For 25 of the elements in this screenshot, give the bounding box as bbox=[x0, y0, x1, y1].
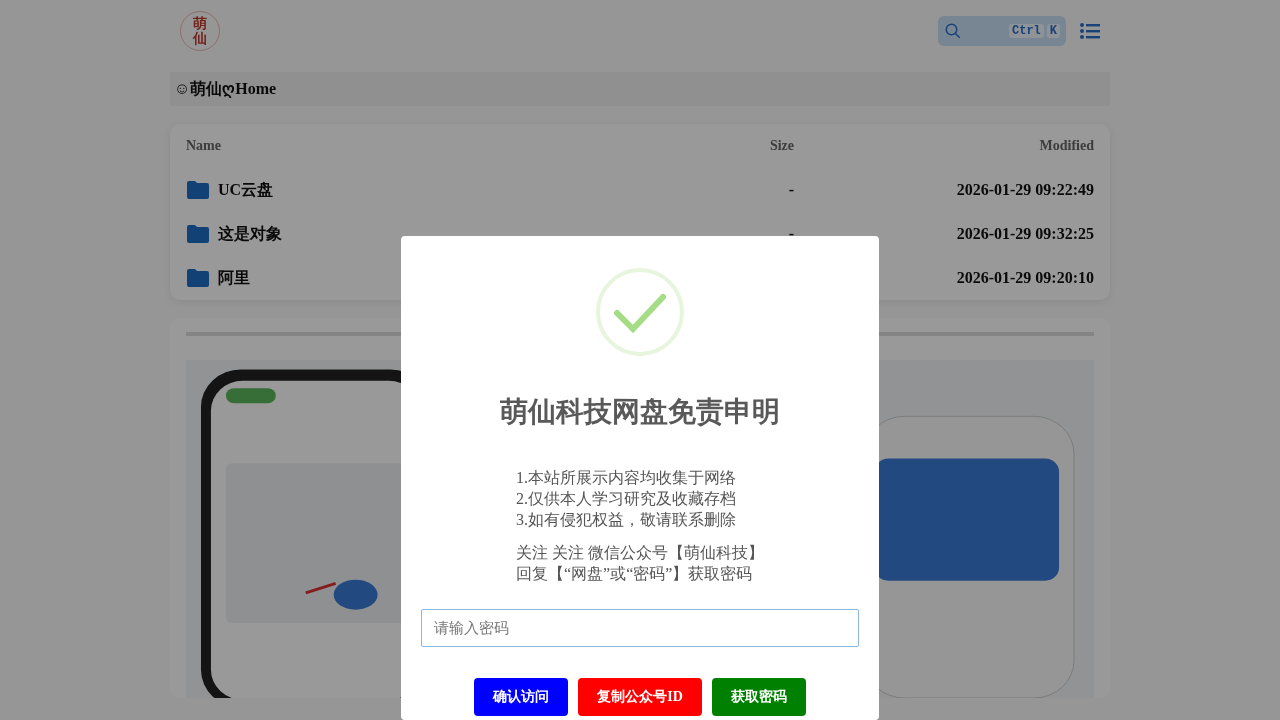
dialog-button[interactable]: 确认访问 bbox=[474, 678, 569, 716]
file-name[interactable]: 阿里 bbox=[218, 267, 250, 289]
column-header[interactable]: Modified bbox=[794, 138, 1094, 154]
file-name[interactable]: 这是对象 bbox=[218, 223, 282, 245]
instruction-text: 关注 关注 微信公众号【萌仙科技】 bbox=[516, 543, 764, 563]
file-modified: 2026-01-29 09:20:10 bbox=[955, 269, 1094, 287]
password-field[interactable]: 请输入密码 bbox=[421, 609, 859, 647]
disclaimer-text: 1.本站所展示内容均收集于网络 bbox=[516, 468, 737, 488]
disclaimer-text: 3.如有侵犯权益，敬请联系删除 bbox=[516, 510, 737, 530]
file-size: - bbox=[787, 181, 794, 199]
instruction-text: 回复【“网盘”或“密码”】获取密码 bbox=[516, 564, 754, 584]
dialog-title: 萌仙科技网盘免责申明 bbox=[500, 394, 780, 430]
keyboard-key: K bbox=[1046, 24, 1060, 38]
file-modified: 2026-01-29 09:22:49 bbox=[955, 181, 1094, 199]
file-name[interactable]: UC云盘 bbox=[218, 179, 274, 201]
column-header[interactable]: Name bbox=[186, 138, 674, 154]
dialog-button[interactable]: 复制公众号ID bbox=[578, 678, 702, 716]
file-size: - bbox=[787, 225, 794, 243]
disclaimer-text: 2.仅供本人学习研究及收藏存档 bbox=[516, 489, 737, 509]
file-modified: 2026-01-29 09:32:25 bbox=[955, 225, 1094, 243]
dialog-button[interactable]: 获取密码 bbox=[711, 678, 806, 716]
column-header[interactable]: Size bbox=[674, 138, 794, 154]
search-button[interactable]: Ctrl K bbox=[938, 16, 1066, 46]
breadcrumb[interactable]: ☺萌仙ღHome bbox=[174, 78, 277, 100]
keyboard-key: Ctrl bbox=[1009, 24, 1044, 38]
